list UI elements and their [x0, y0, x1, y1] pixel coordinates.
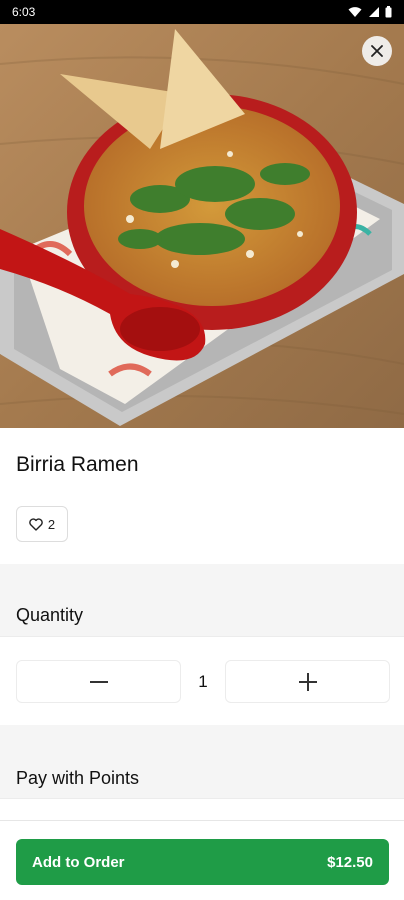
close-icon	[371, 45, 383, 57]
quantity-stepper: 1	[0, 637, 404, 725]
section-divider	[0, 725, 404, 755]
item-title: Birria Ramen	[16, 453, 139, 476]
food-photo	[0, 24, 404, 428]
points-title: Pay with Points	[16, 768, 140, 788]
section-divider	[0, 564, 404, 591]
battery-icon	[385, 6, 392, 18]
minus-icon	[89, 680, 108, 683]
plus-icon	[298, 672, 317, 691]
points-section-header: Pay with Points	[0, 755, 404, 799]
quantity-title: Quantity	[16, 605, 84, 625]
like-count: 2	[47, 516, 56, 532]
quantity-value: 1	[198, 672, 208, 691]
add-to-order-label: Add to Order	[32, 853, 125, 871]
signal-icon	[369, 7, 379, 17]
bottom-bar: Add to Order $12.50	[0, 820, 404, 900]
decrease-quantity-button[interactable]	[16, 660, 181, 703]
status-time: 6:03	[12, 5, 36, 19]
close-button[interactable]	[362, 36, 392, 66]
quantity-section-header: Quantity	[0, 591, 404, 637]
status-icons	[348, 6, 392, 18]
wifi-icon	[348, 7, 362, 17]
heart-icon	[29, 517, 43, 531]
status-bar: 6:03	[0, 0, 404, 24]
order-price: $12.50	[327, 853, 373, 871]
like-button[interactable]: 2	[16, 506, 68, 542]
add-to-order-button[interactable]: Add to Order $12.50	[16, 839, 389, 885]
increase-quantity-button[interactable]	[225, 660, 390, 703]
